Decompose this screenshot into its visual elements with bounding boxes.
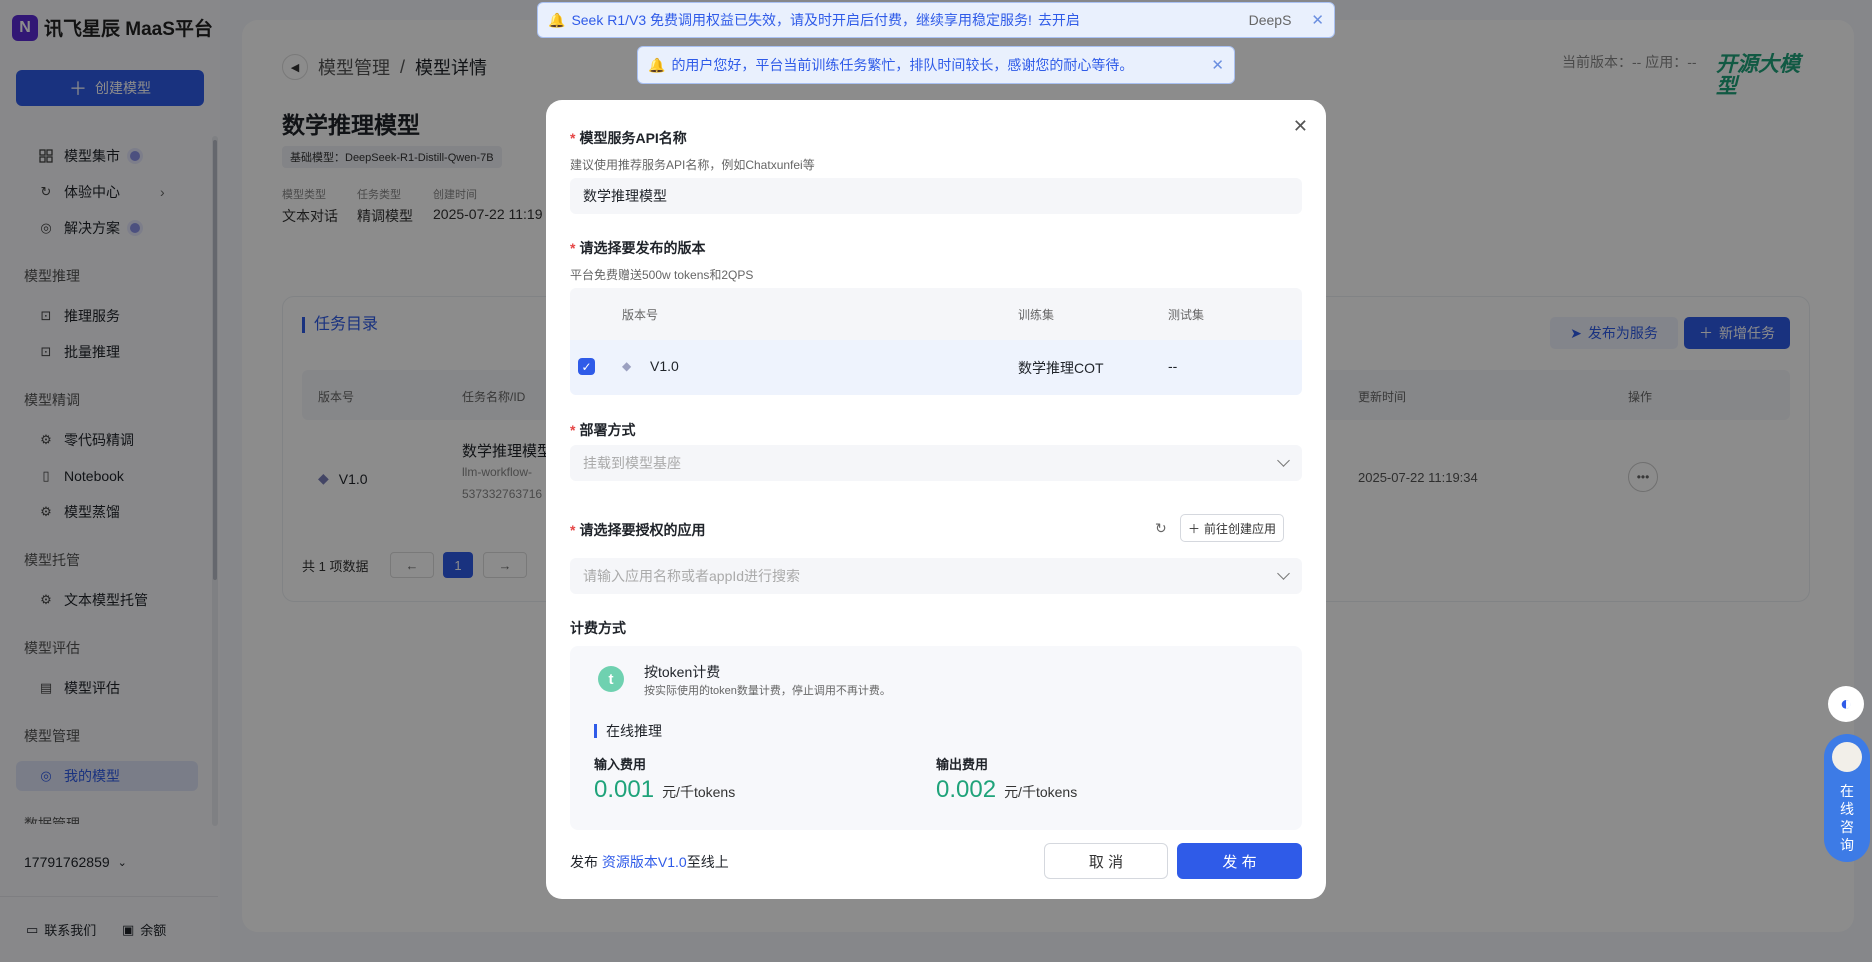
enable-link[interactable]: 去开启 bbox=[1038, 10, 1080, 30]
app-auth-label: * 请选择要授权的应用 bbox=[570, 522, 706, 538]
output-fee: 0.002 元/千tokens bbox=[936, 776, 1077, 804]
version-checkbox[interactable]: ✓ bbox=[578, 358, 595, 375]
online-inference-label: 在线推理 bbox=[594, 724, 662, 738]
resource-version-link[interactable]: 资源版本V1.0 bbox=[602, 854, 687, 870]
app-search-placeholder: 请输入应用名称或者appId进行搜索 bbox=[583, 568, 801, 584]
train-set-cell: 数学推理COT bbox=[1018, 360, 1104, 376]
fee-unit: 元/千tokens bbox=[1004, 784, 1078, 800]
bell-icon: 🔔 bbox=[548, 11, 566, 28]
chevron-down-icon bbox=[1277, 567, 1290, 580]
refresh-icon[interactable]: ↻ bbox=[1155, 520, 1167, 537]
column-header: 测试集 bbox=[1168, 308, 1205, 322]
support-label: 线 bbox=[1840, 801, 1854, 817]
close-icon[interactable]: ✕ bbox=[1311, 11, 1324, 29]
banner-text: 的用户您好，平台当前训练任务繁忙，排队时间较长，感谢您的耐心等待。 bbox=[671, 57, 1134, 73]
close-icon[interactable]: ✕ bbox=[1293, 116, 1308, 137]
support-label: 咨 bbox=[1840, 819, 1854, 835]
test-set-cell: -- bbox=[1168, 358, 1178, 374]
api-name-input[interactable]: 数学推理模型 bbox=[570, 178, 1302, 214]
fee-unit: 元/千tokens bbox=[662, 784, 736, 800]
bell-icon: 🔔 bbox=[648, 56, 666, 73]
create-app-button[interactable]: ＋ 前往创建应用 bbox=[1180, 514, 1284, 542]
expired-rights-banner: 🔔 Seek R1/V3 免费调用权益已失效，请及时开启后付费，继续享用稳定服务… bbox=[537, 2, 1335, 38]
input-fee: 0.001 元/千tokens bbox=[594, 776, 735, 804]
deploy-method-select[interactable]: 挂载到模型基座 bbox=[570, 445, 1302, 481]
token-icon: t bbox=[598, 666, 624, 692]
input-fee-value: 0.001 bbox=[594, 776, 655, 803]
close-icon[interactable]: ✕ bbox=[1211, 56, 1224, 74]
chat-assistant-icon[interactable]: ◐ bbox=[1828, 686, 1864, 722]
publish-modal: ✕ * 模型服务API名称 建议使用推荐服务API名称，例如Chatxunfei等… bbox=[546, 100, 1326, 899]
column-header: 版本号 bbox=[622, 308, 659, 322]
version-table-row[interactable] bbox=[570, 340, 1302, 395]
version-cell: V1.0 bbox=[650, 358, 679, 374]
cancel-button[interactable]: 取 消 bbox=[1044, 843, 1168, 879]
busy-notice-banner: 🔔 的用户您好，平台当前训练任务繁忙，排队时间较长，感谢您的耐心等待。 ✕ bbox=[637, 46, 1235, 84]
version-hint: 平台免费赠送500w tokens和2QPS bbox=[570, 268, 754, 282]
billing-label: 计费方式 bbox=[570, 620, 626, 636]
output-fee-label: 输出费用 bbox=[936, 757, 989, 772]
api-name-hint: 建议使用推荐服务API名称，例如Chatxunfei等 bbox=[570, 158, 815, 172]
version-select-label: * 请选择要发布的版本 bbox=[570, 240, 706, 256]
billing-title: 按token计费 bbox=[644, 664, 721, 680]
create-app-label: 前往创建应用 bbox=[1204, 521, 1277, 536]
avatar bbox=[1832, 742, 1862, 772]
column-header: 训练集 bbox=[1018, 308, 1055, 322]
publish-summary: 发布 资源版本V1.0至线上 bbox=[570, 854, 729, 870]
support-label: 在 bbox=[1840, 783, 1854, 799]
app-search-select[interactable]: 请输入应用名称或者appId进行搜索 bbox=[570, 558, 1302, 594]
api-name-label: * 模型服务API名称 bbox=[570, 130, 687, 146]
publish-button[interactable]: 发 布 bbox=[1177, 843, 1302, 879]
input-fee-label: 输入费用 bbox=[594, 757, 647, 772]
banner-text: Seek R1/V3 免费调用权益已失效，请及时开启后付费，继续享用稳定服务! bbox=[571, 12, 1032, 28]
plus-icon: ＋ bbox=[1187, 521, 1200, 536]
deploy-method-value: 挂载到模型基座 bbox=[583, 455, 681, 471]
chevron-down-icon bbox=[1277, 454, 1290, 467]
support-label: 询 bbox=[1840, 837, 1854, 853]
billing-desc: 按实际使用的token数量计费，停止调用不再计费。 bbox=[644, 685, 891, 697]
banner-tail: DeepS bbox=[1248, 12, 1292, 28]
layers-icon: ◆ bbox=[622, 359, 632, 373]
online-support-button[interactable]: 在 线 咨 询 bbox=[1824, 734, 1870, 862]
deploy-method-label: * 部署方式 bbox=[570, 422, 636, 438]
output-fee-value: 0.002 bbox=[936, 776, 997, 803]
